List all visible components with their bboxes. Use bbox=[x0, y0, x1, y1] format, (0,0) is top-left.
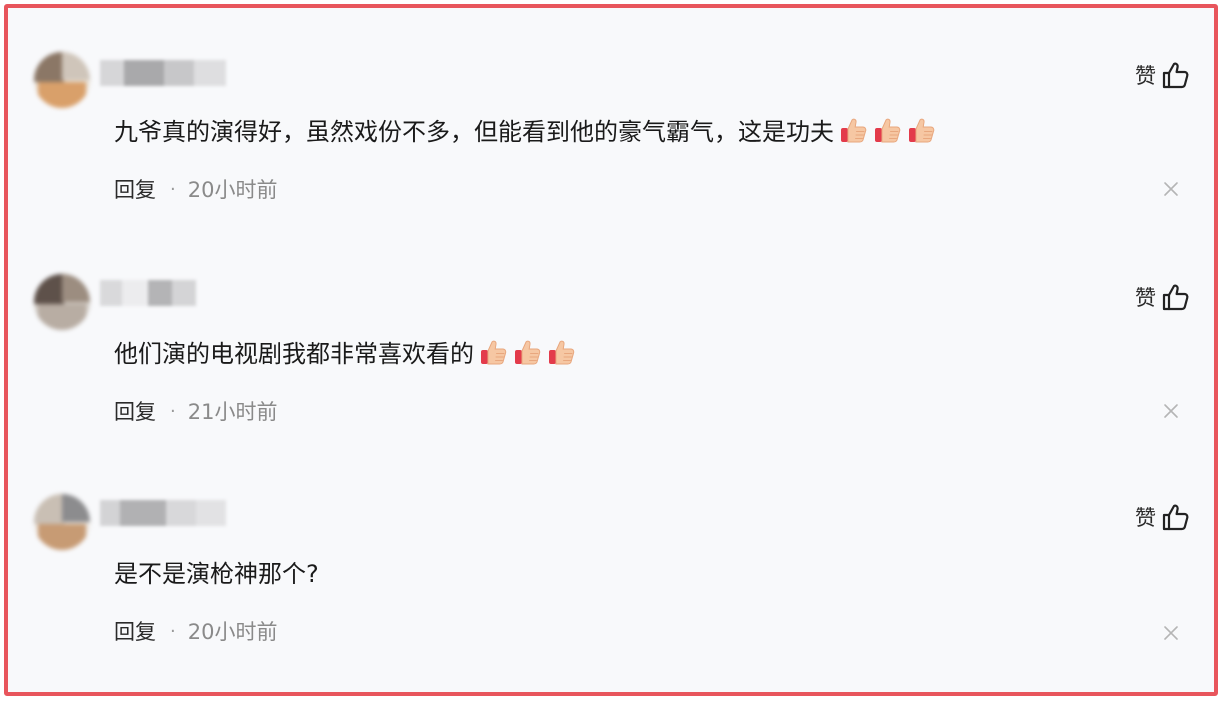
comment-item: 赞 他们演的电视剧我都非常喜欢看的 回复 · 21小时前 bbox=[8, 260, 1214, 482]
close-icon[interactable] bbox=[1162, 402, 1180, 420]
thumbs-up-emoji bbox=[546, 337, 576, 367]
like-button[interactable]: 赞 bbox=[1135, 282, 1190, 312]
like-label: 赞 bbox=[1135, 506, 1156, 530]
like-label: 赞 bbox=[1135, 64, 1156, 88]
avatar[interactable] bbox=[34, 52, 90, 108]
separator-dot: · bbox=[170, 620, 176, 642]
comment-body: 是不是演枪神那个? bbox=[114, 560, 319, 588]
thumbs-up-outline-icon bbox=[1160, 502, 1190, 532]
like-button[interactable]: 赞 bbox=[1135, 502, 1190, 532]
comment-item: 赞 九爷真的演得好，虽然戏份不多，但能看到他的豪气霸气，这是功夫 回复 · 20… bbox=[8, 38, 1214, 260]
separator-dot: · bbox=[170, 400, 176, 422]
like-label: 赞 bbox=[1135, 286, 1156, 310]
comment-item: 赞 是不是演枪神那个? 回复 · 20小时前 bbox=[8, 480, 1214, 702]
comment-text: 他们演的电视剧我都非常喜欢看的 bbox=[114, 334, 576, 369]
username[interactable] bbox=[100, 500, 226, 526]
username[interactable] bbox=[100, 280, 196, 306]
close-icon[interactable] bbox=[1162, 180, 1180, 198]
username[interactable] bbox=[100, 60, 226, 86]
timestamp: 20小时前 bbox=[187, 620, 278, 644]
reply-button[interactable]: 回复 bbox=[114, 396, 156, 426]
comment-meta: 回复 · 20小时前 bbox=[114, 616, 277, 646]
thumbs-up-emoji bbox=[478, 337, 508, 367]
comment-panel: 赞 九爷真的演得好，虽然戏份不多，但能看到他的豪气霸气，这是功夫 回复 · 20… bbox=[4, 4, 1218, 696]
reply-button[interactable]: 回复 bbox=[114, 616, 156, 646]
thumbs-up-outline-icon bbox=[1160, 282, 1190, 312]
comment-meta: 回复 · 21小时前 bbox=[114, 396, 277, 426]
timestamp: 20小时前 bbox=[187, 178, 278, 202]
comment-body: 他们演的电视剧我都非常喜欢看的 bbox=[114, 340, 474, 368]
like-button[interactable]: 赞 bbox=[1135, 60, 1190, 90]
close-icon[interactable] bbox=[1162, 624, 1180, 642]
avatar[interactable] bbox=[34, 494, 90, 550]
comment-text: 九爷真的演得好，虽然戏份不多，但能看到他的豪气霸气，这是功夫 bbox=[114, 112, 936, 147]
separator-dot: · bbox=[170, 178, 176, 200]
thumbs-up-emoji bbox=[512, 337, 542, 367]
comment-text: 是不是演枪神那个? bbox=[114, 554, 319, 589]
avatar[interactable] bbox=[34, 274, 90, 330]
thumbs-up-emoji bbox=[838, 115, 868, 145]
timestamp: 21小时前 bbox=[187, 400, 278, 424]
thumbs-up-emoji bbox=[906, 115, 936, 145]
comment-body: 九爷真的演得好，虽然戏份不多，但能看到他的豪气霸气，这是功夫 bbox=[114, 118, 834, 146]
comment-meta: 回复 · 20小时前 bbox=[114, 174, 277, 204]
thumbs-up-outline-icon bbox=[1160, 60, 1190, 90]
thumbs-up-emoji bbox=[872, 115, 902, 145]
reply-button[interactable]: 回复 bbox=[114, 174, 156, 204]
